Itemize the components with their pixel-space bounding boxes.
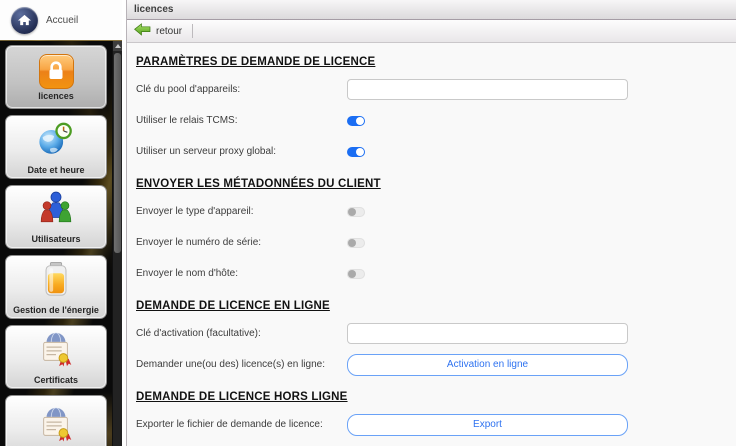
- lock-icon: [39, 54, 74, 89]
- row-label: Exporter le fichier de demande de licenc…: [136, 419, 347, 430]
- back-label: retour: [156, 26, 182, 37]
- row-label: Clé d'activation (facultative):: [136, 328, 347, 339]
- sidebar-item-label: Date et heure: [27, 165, 84, 175]
- send-device-type-toggle[interactable]: [347, 207, 365, 217]
- sidebar-item-date-et-heure[interactable]: Date et heure: [5, 115, 107, 179]
- section-title: DEMANDE DE LICENCE HORS LIGNE: [136, 390, 736, 404]
- row-label: Utiliser un serveur proxy global:: [136, 146, 347, 157]
- toolbar: retour: [127, 20, 736, 43]
- section-metadonnees-client: ENVOYER LES MÉTADONNÉES DU CLIENT Envoye…: [136, 177, 736, 289]
- section-licence-en-ligne: DEMANDE DE LICENCE EN LIGNE Clé d'activa…: [136, 299, 736, 380]
- tcms-relay-toggle[interactable]: [347, 116, 365, 126]
- sidebar-item-partial[interactable]: [5, 395, 107, 446]
- section-parametres-demande: PARAMÈTRES DE DEMANDE DE LICENCE Clé du …: [136, 55, 736, 167]
- back-button[interactable]: retour: [134, 23, 182, 39]
- row-online-activation: Demander une(ou des) licence(s) en ligne…: [136, 349, 736, 380]
- main-panel: licences retour: [126, 0, 736, 446]
- send-hostname-toggle[interactable]: [347, 269, 365, 279]
- panel-title: licences: [127, 0, 736, 20]
- row-label: Envoyer le nom d'hôte:: [136, 268, 347, 279]
- scroll-up-button[interactable]: [113, 41, 122, 51]
- row-proxy-global: Utiliser un serveur proxy global:: [136, 136, 736, 167]
- send-serial-number-toggle[interactable]: [347, 238, 365, 248]
- content: PARAMÈTRES DE DEMANDE DE LICENCE Clé du …: [127, 43, 736, 440]
- row-label: Demander une(ou des) licence(s) en ligne…: [136, 359, 347, 370]
- users-pawns-icon: [37, 191, 75, 232]
- section-title: DEMANDE DE LICENCE EN LIGNE: [136, 299, 736, 313]
- sidebar-item-label: Certificats: [34, 375, 78, 385]
- sidebar-item-label: Utilisateurs: [31, 234, 80, 244]
- row-label: Utiliser le relais TCMS:: [136, 115, 347, 126]
- row-label: Clé du pool d'appareils:: [136, 84, 347, 95]
- certificate-icon: [37, 330, 75, 373]
- toolbar-separator: [192, 24, 193, 38]
- row-device-type: Envoyer le type d'appareil:: [136, 196, 736, 227]
- row-hostname: Envoyer le nom d'hôte:: [136, 258, 736, 289]
- battery-icon: [38, 260, 74, 303]
- sidebar-items: licences: [5, 45, 107, 446]
- app-window: Accueil licences: [0, 0, 736, 446]
- sidebar-item-label: licences: [38, 91, 74, 101]
- sidebar-item-gestion-energie[interactable]: Gestion de l'énergie: [5, 255, 107, 319]
- row-serial-number: Envoyer le numéro de série:: [136, 227, 736, 258]
- sidebar: Accueil licences: [0, 0, 122, 446]
- sidebar-item-utilisateurs[interactable]: Utilisateurs: [5, 185, 107, 249]
- certificate-icon: [37, 405, 75, 446]
- row-export-file: Exporter le fichier de demande de licenc…: [136, 409, 736, 440]
- row-label: Envoyer le type d'appareil:: [136, 206, 347, 217]
- globe-clock-icon: [37, 120, 75, 163]
- pool-key-input[interactable]: [347, 79, 628, 100]
- sidebar-scrollbar[interactable]: [112, 41, 122, 446]
- section-title: ENVOYER LES MÉTADONNÉES DU CLIENT: [136, 177, 736, 191]
- section-title: PARAMÈTRES DE DEMANDE DE LICENCE: [136, 55, 736, 69]
- export-button[interactable]: Export: [347, 414, 628, 436]
- activation-key-input[interactable]: [347, 323, 628, 344]
- row-activation-key: Clé d'activation (facultative):: [136, 318, 736, 349]
- green-left-arrow-icon: [134, 23, 151, 39]
- home-label: Accueil: [46, 15, 78, 26]
- sidebar-item-certificats[interactable]: Certificats: [5, 325, 107, 389]
- sidebar-home-button[interactable]: Accueil: [0, 0, 122, 40]
- scrollbar-thumb[interactable]: [114, 53, 121, 253]
- sidebar-body: licences: [0, 40, 122, 446]
- global-proxy-toggle[interactable]: [347, 147, 365, 157]
- section-licence-hors-ligne: DEMANDE DE LICENCE HORS LIGNE Exporter l…: [136, 390, 736, 440]
- sidebar-item-label: Gestion de l'énergie: [13, 305, 99, 315]
- row-tcms-relay: Utiliser le relais TCMS:: [136, 105, 736, 136]
- online-activation-button[interactable]: Activation en ligne: [347, 354, 628, 376]
- home-icon: [11, 7, 38, 34]
- row-pool-key: Clé du pool d'appareils:: [136, 74, 736, 105]
- sidebar-item-licences[interactable]: licences: [5, 45, 107, 109]
- row-label: Envoyer le numéro de série:: [136, 237, 347, 248]
